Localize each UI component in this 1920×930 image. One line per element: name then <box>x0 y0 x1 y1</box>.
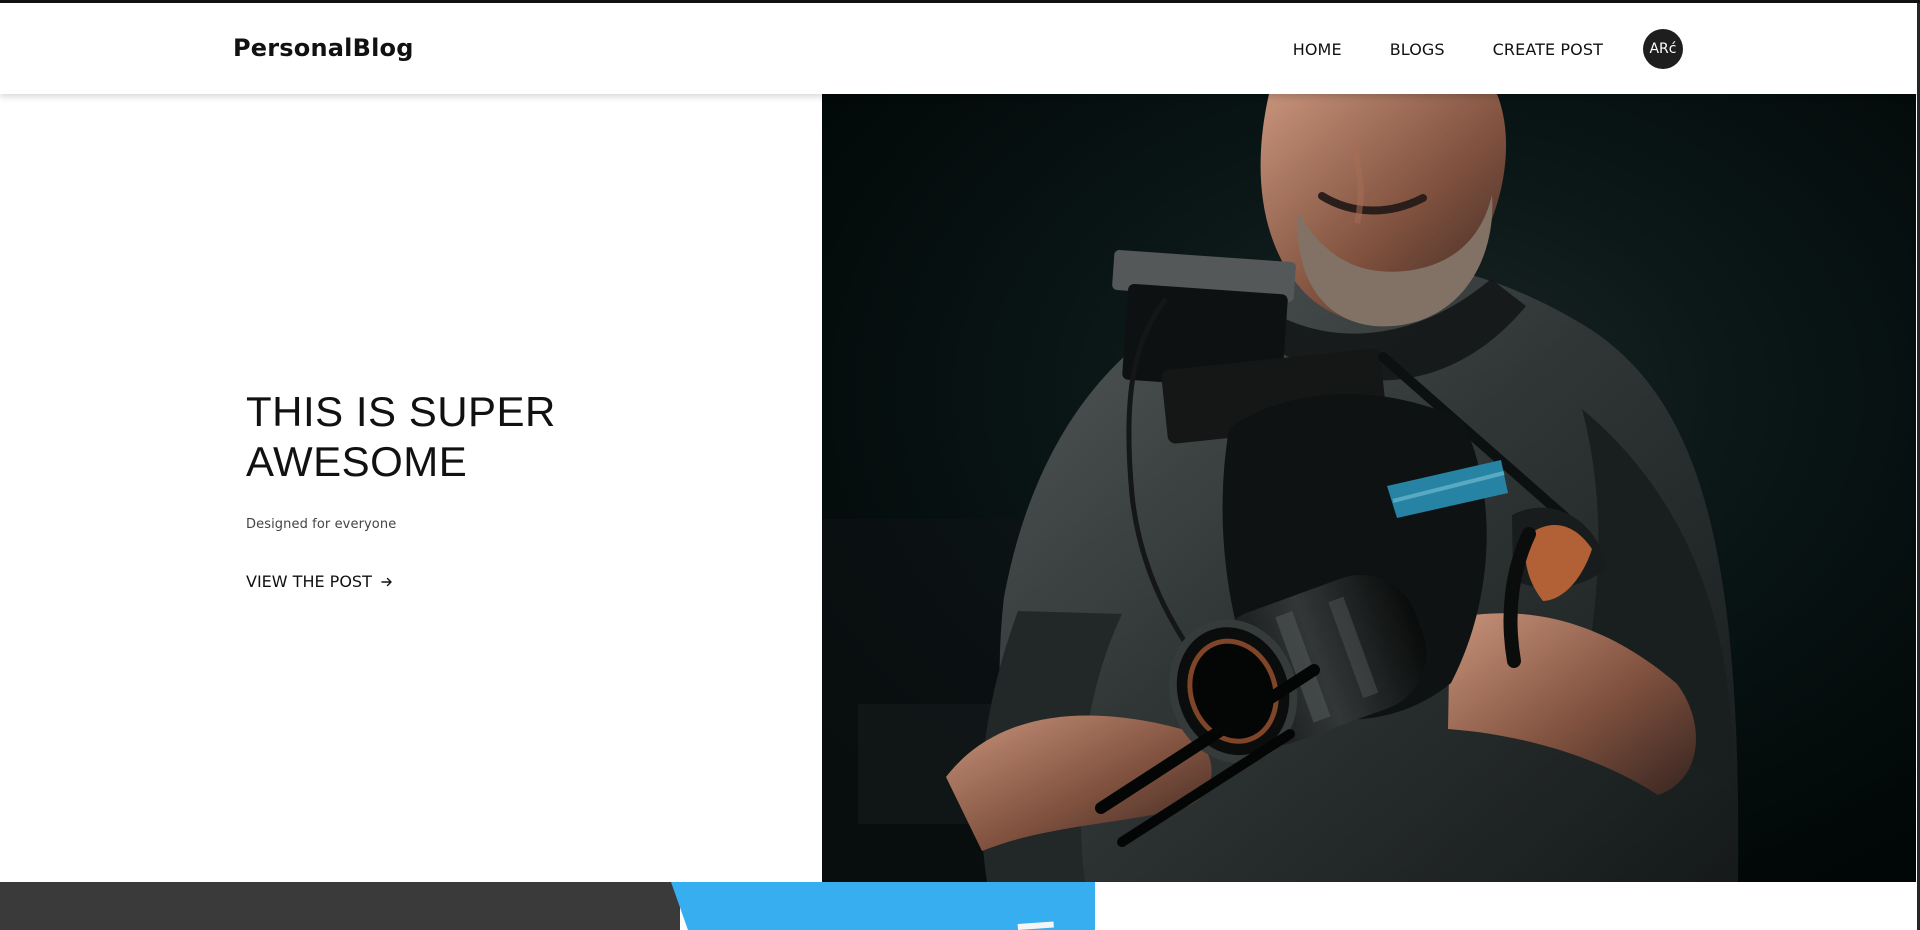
main-navigation: HOME BLOGS CREATE POST ARć <box>1293 29 1683 69</box>
nav-home-link[interactable]: HOME <box>1293 40 1342 59</box>
user-avatar-button[interactable]: ARć <box>1643 29 1683 69</box>
hero-copy: THIS IS SUPER AWESOME Designed for every… <box>246 387 666 591</box>
view-post-label: VIEW THE POST <box>246 572 372 591</box>
hero-title-line-2: AWESOME <box>246 438 468 485</box>
videographer-image-illustration <box>822 94 1916 882</box>
nav-create-post-link[interactable]: CREATE POST <box>1493 40 1603 59</box>
nav-blogs-link[interactable]: BLOGS <box>1390 40 1445 59</box>
hero-photo-videographer <box>822 94 1916 882</box>
hero-title: THIS IS SUPER AWESOME <box>246 387 666 487</box>
top-border <box>0 0 1920 3</box>
view-post-link[interactable]: VIEW THE POST <box>246 572 393 591</box>
dark-preview-panel <box>0 882 680 930</box>
brand-logo-link[interactable]: PersonalBlog <box>233 34 414 62</box>
arrow-right-icon <box>381 577 392 586</box>
next-section-preview <box>0 882 1920 930</box>
hero-title-line-1: THIS IS SUPER <box>246 388 556 435</box>
hero-subtitle: Designed for everyone <box>246 517 397 532</box>
site-header: PersonalBlog HOME BLOGS CREATE POST ARć <box>0 3 1920 94</box>
personal-blog-page: PersonalBlog HOME BLOGS CREATE POST ARć … <box>0 0 1920 930</box>
